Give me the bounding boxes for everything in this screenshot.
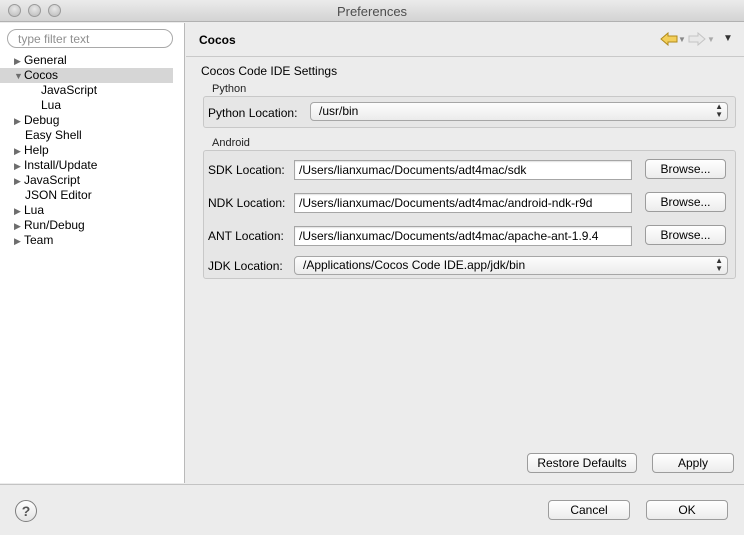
expand-arrow-icon[interactable]: ▶	[14, 204, 24, 219]
ant-location-label: ANT Location:	[208, 229, 284, 243]
jdk-location-select[interactable]: /Applications/Cocos Code IDE.app/jdk/bin…	[294, 256, 728, 275]
expand-arrow-icon[interactable]: ▶	[14, 114, 24, 129]
select-caret-icon: ▲ ▼	[715, 256, 723, 273]
ndk-location-label: NDK Location:	[208, 196, 286, 210]
arrow-right-icon[interactable]	[688, 32, 706, 46]
ant-browse-button[interactable]: Browse...	[645, 225, 726, 245]
arrow-left-icon[interactable]	[660, 32, 678, 46]
tree-item-cocos[interactable]: ▼Cocos	[0, 68, 173, 83]
apply-button[interactable]: Apply	[652, 453, 734, 473]
expand-arrow-icon[interactable]: ▶	[14, 234, 24, 249]
sdk-browse-button[interactable]: Browse...	[645, 159, 726, 179]
tree-item-install-update[interactable]: ▶ Install/Update	[14, 158, 97, 173]
cancel-button[interactable]: Cancel	[548, 500, 630, 520]
filter-input[interactable]	[7, 29, 173, 48]
collapse-arrow-icon[interactable]: ▼	[14, 69, 24, 84]
title-bar: Preferences	[0, 0, 744, 22]
tree-item-run-debug[interactable]: ▶ Run/Debug	[14, 218, 85, 233]
jdk-location-label: JDK Location:	[208, 259, 283, 273]
expand-arrow-icon[interactable]: ▶	[14, 219, 24, 234]
expand-arrow-icon[interactable]: ▶	[14, 174, 24, 189]
tree-item-debug[interactable]: ▶ Debug	[14, 113, 59, 128]
android-group-label: Android	[212, 137, 250, 149]
tree-item-lua[interactable]: ▶ Lua	[14, 203, 44, 218]
tree-item-cocos-javascript[interactable]: JavaScript	[41, 83, 97, 98]
back-history-dropdown-icon[interactable]: ▼	[678, 35, 686, 44]
python-location-select[interactable]: /usr/bin ▲ ▼	[310, 102, 728, 121]
ndk-browse-button[interactable]: Browse...	[645, 192, 726, 212]
expand-arrow-icon[interactable]: ▶	[14, 144, 24, 159]
page-header: Cocos ▼ ▼ ▼	[186, 23, 744, 57]
tree-item-javascript[interactable]: ▶ JavaScript	[14, 173, 80, 188]
python-location-label: Python Location:	[208, 106, 298, 120]
expand-arrow-icon[interactable]: ▶	[14, 159, 24, 174]
tree-item-cocos-lua[interactable]: Lua	[41, 98, 61, 113]
sdk-location-input[interactable]: /Users/lianxumac/Documents/adt4mac/sdk	[294, 160, 632, 180]
forward-history-dropdown-icon[interactable]: ▼	[707, 35, 715, 44]
dialog-footer: ? Cancel OK	[0, 484, 744, 535]
ndk-location-input[interactable]: /Users/lianxumac/Documents/adt4mac/andro…	[294, 193, 632, 213]
expand-arrow-icon[interactable]: ▶	[14, 54, 24, 69]
page-title: Cocos	[199, 33, 236, 47]
select-caret-icon: ▲ ▼	[715, 102, 723, 119]
chevron-down-icon[interactable]: ▼	[723, 33, 733, 44]
preferences-tree-panel: ▶General ▼Cocos JavaScript Lua ▶Debug Ea…	[0, 23, 185, 483]
tree-item-team[interactable]: ▶ Team	[14, 233, 53, 248]
sdk-location-label: SDK Location:	[208, 163, 285, 177]
help-icon[interactable]: ?	[15, 500, 37, 522]
python-group-label: Python	[212, 83, 247, 95]
restore-defaults-button[interactable]: Restore Defaults	[527, 453, 637, 473]
ok-button[interactable]: OK	[646, 500, 728, 520]
tree-item-help[interactable]: ▶ Help	[14, 143, 49, 158]
ant-location-input[interactable]: /Users/lianxumac/Documents/adt4mac/apach…	[294, 226, 632, 246]
tree-item-json-editor[interactable]: JSON Editor	[25, 188, 92, 203]
tree-item-general[interactable]: ▶ General	[14, 53, 67, 68]
window-title: Preferences	[336, 4, 408, 19]
settings-title: Cocos Code IDE Settings	[201, 64, 338, 78]
tree-item-easy-shell[interactable]: Easy Shell	[25, 128, 82, 143]
